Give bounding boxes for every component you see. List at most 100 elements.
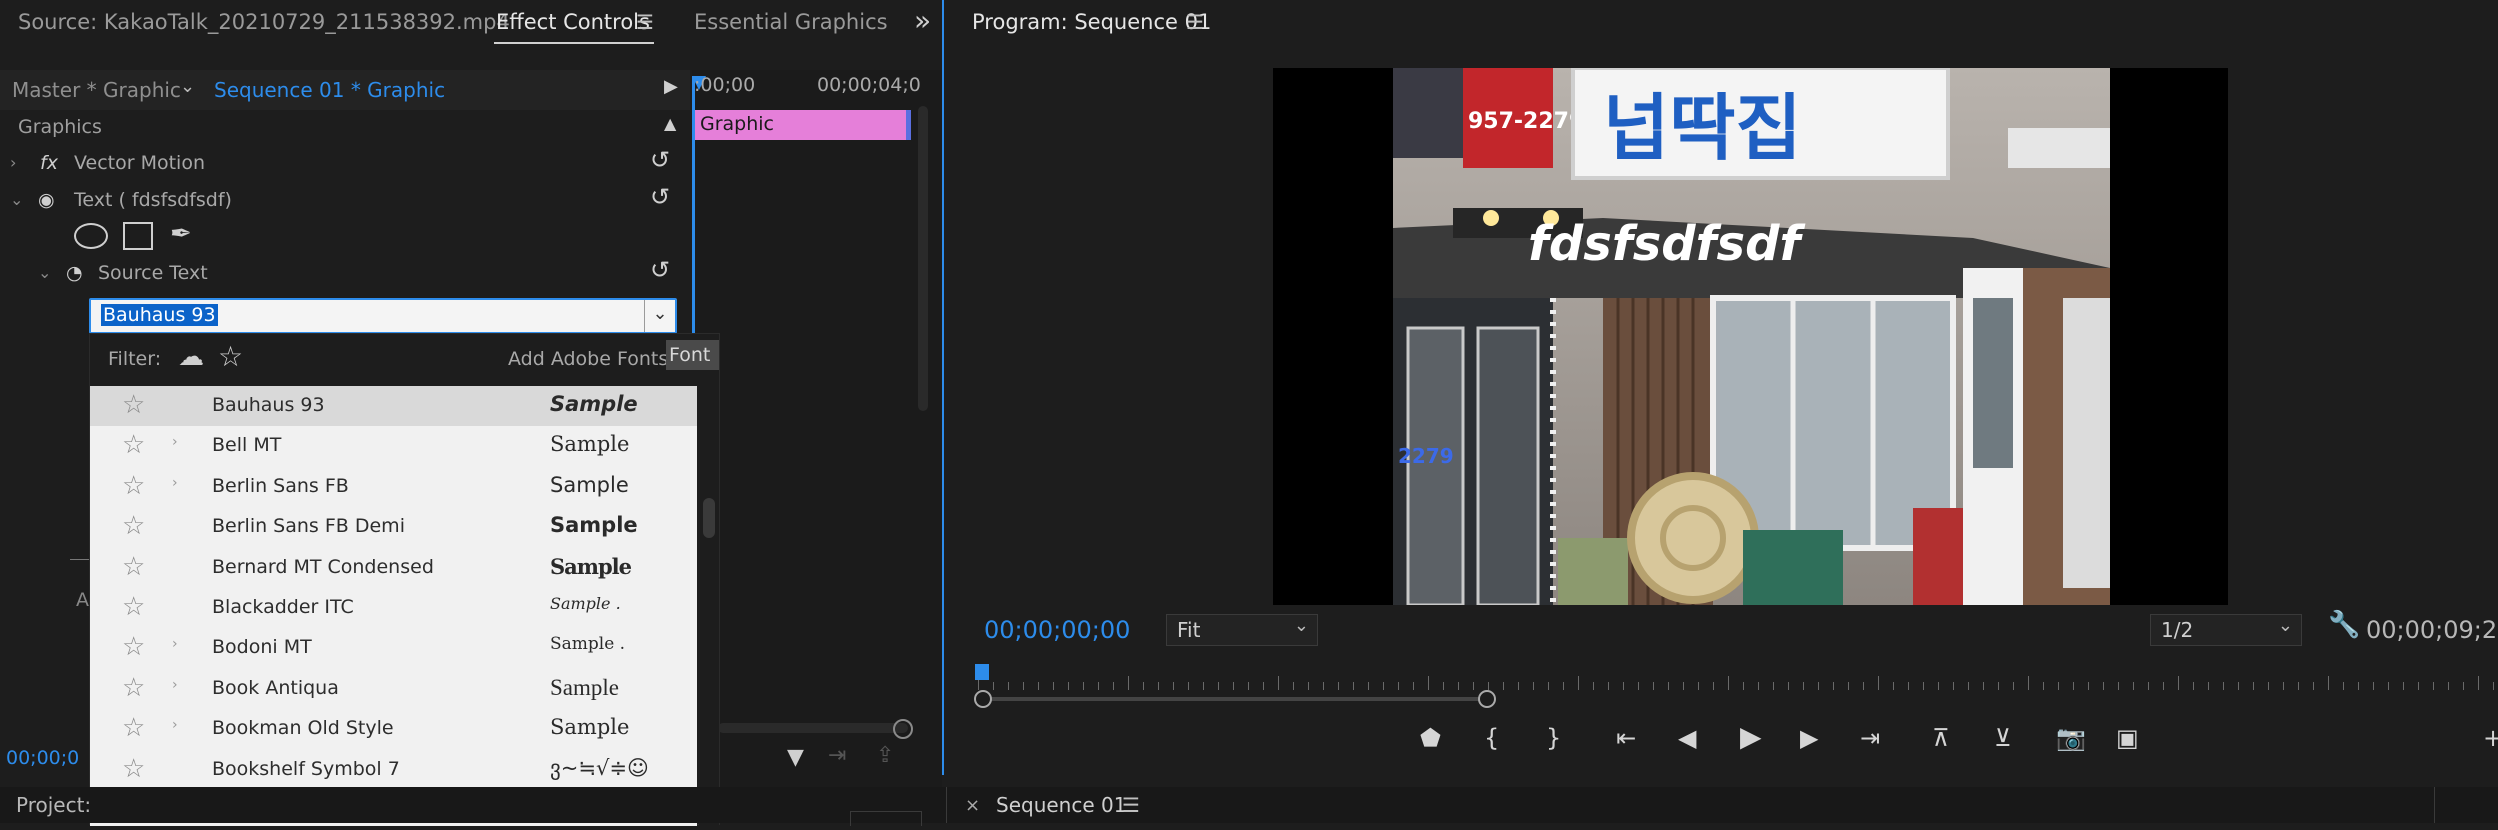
reset-icon[interactable]: ↺ [650, 146, 670, 174]
favorite-star-icon[interactable]: ☆ [122, 594, 145, 620]
sequence-tab[interactable]: Sequence 01 [996, 793, 1126, 817]
expand-chevron-icon[interactable]: › [172, 434, 178, 450]
mini-timeline-hscroll[interactable] [718, 723, 908, 733]
text-layer-row[interactable]: ⌄ ◉ Text ( fdsfsdfsdf) ↺ [0, 183, 690, 219]
project-panel-label[interactable]: Project: [16, 793, 91, 817]
font-list-scrollbar[interactable] [699, 386, 719, 826]
tab-effect-controls[interactable]: Effect Controls [496, 10, 650, 34]
go-to-out-icon[interactable]: ⇥ [1860, 724, 1880, 752]
favorites-filter-icon[interactable]: ☆ [218, 340, 243, 373]
font-field-value[interactable]: Bauhaus 93 [101, 304, 218, 326]
current-timecode[interactable]: 00;00;00;00 [984, 616, 1130, 644]
activated-fonts-filter-icon[interactable]: ☁ [178, 342, 204, 372]
go-to-in-icon[interactable]: ⇤ [1616, 724, 1636, 752]
favorite-star-icon[interactable]: ☆ [122, 634, 145, 660]
export-icon[interactable]: ⇪ [876, 743, 894, 768]
font-list-item[interactable]: ☆ › Bookman Old Style Sample [90, 709, 697, 749]
font-name: Berlin Sans FB [212, 474, 349, 497]
source-text-row[interactable]: ⌄ ◔ Source Text ↺ [0, 256, 690, 292]
favorite-star-icon[interactable]: ☆ [122, 554, 145, 580]
scrub-bar[interactable] [978, 676, 2498, 694]
mark-in-icon[interactable]: { [1484, 724, 1499, 752]
expand-chevron-icon[interactable]: › [172, 636, 178, 652]
clip-end-handle[interactable] [906, 110, 911, 140]
chevron-down-icon[interactable]: ⌄ [180, 76, 195, 97]
font-list-item[interactable]: ☆ Bernard MT Condensed Sample [90, 548, 697, 588]
expand-chevron-icon[interactable]: › [172, 475, 178, 491]
program-monitor-title[interactable]: Program: Sequence 01 [972, 10, 1211, 34]
expand-chevron-icon[interactable]: › [172, 677, 178, 693]
favorite-star-icon[interactable]: ☆ [122, 432, 145, 458]
favorite-star-icon[interactable]: ☆ [122, 715, 145, 741]
collapse-arrow-icon[interactable]: ⌄ [10, 190, 23, 209]
playhead-marker[interactable] [975, 664, 989, 680]
font-list-item[interactable]: ☆ › Book Antiqua Sample [90, 669, 697, 709]
comparison-view-icon[interactable]: ▣ [2116, 724, 2139, 752]
zoom-select[interactable]: Fit ⌄ [1166, 614, 1318, 646]
favorite-star-icon[interactable]: ☆ [122, 513, 145, 539]
font-list-item[interactable]: ☆ › Berlin Sans FB Sample [90, 467, 697, 507]
reset-icon[interactable]: ↺ [650, 183, 670, 211]
extract-icon[interactable]: ⊻ [1994, 724, 2012, 752]
hscroll-handle[interactable] [893, 719, 913, 739]
master-clip-label[interactable]: Master * Graphic [12, 78, 181, 102]
reset-icon[interactable]: ↺ [650, 256, 670, 284]
collapse-arrow-icon[interactable]: ⌄ [38, 263, 51, 282]
zoom-bar-start-handle[interactable] [974, 690, 992, 708]
zoom-bar-end-handle[interactable] [1478, 690, 1496, 708]
wrench-icon[interactable]: 🔧 [2328, 610, 2360, 640]
rectangle-mask-icon[interactable] [123, 222, 153, 250]
zoom-bar-track[interactable] [982, 697, 1487, 701]
font-select-field[interactable]: Bauhaus 93 ⌄ [89, 298, 677, 334]
chevron-down-icon[interactable]: ⌄ [644, 300, 675, 332]
tab-source[interactable]: Source: KakaoTalk_20210729_211538392.mp4 [18, 10, 510, 34]
resolution-select[interactable]: 1/2 ⌄ [2150, 614, 2302, 646]
play-icon[interactable]: ▶ [1740, 720, 1762, 753]
add-button-icon[interactable]: + [2483, 724, 2498, 752]
close-icon[interactable]: × [965, 795, 980, 816]
eye-icon[interactable]: ◉ [38, 189, 55, 211]
collapse-triangle-icon[interactable]: ▲ [664, 114, 676, 133]
scrub-tick [2163, 682, 2164, 690]
ripple-icon[interactable]: ⇥ [828, 743, 846, 768]
mini-timeline-scrollbar[interactable] [918, 106, 928, 411]
favorite-star-icon[interactable]: ☆ [122, 675, 145, 701]
export-frame-icon[interactable]: 📷 [2056, 724, 2086, 752]
favorite-star-icon[interactable]: ☆ [122, 473, 145, 499]
add-adobe-fonts-button[interactable]: Font [666, 340, 719, 370]
filter-icon[interactable]: ▼ [787, 745, 804, 770]
program-menu-icon[interactable]: ☰ [1186, 10, 1204, 34]
font-list-item[interactable]: ☆ › Bell MT Sample [90, 426, 697, 466]
expand-chevron-icon[interactable]: › [172, 717, 178, 733]
video-frame[interactable]: 957-2279 넙딱집 2279 fdsfsdfsdf [1273, 68, 2228, 605]
sequence-clip-label[interactable]: Sequence 01 * Graphic [214, 78, 445, 102]
tab-essential-graphics[interactable]: Essential Graphics [694, 10, 888, 34]
more-tabs-icon[interactable]: » [914, 4, 931, 37]
sequence-menu-icon[interactable]: ☰ [1122, 793, 1140, 817]
vector-motion-row[interactable]: › fx Vector Motion ↺ [0, 146, 690, 182]
font-list[interactable]: ☆ Bauhaus 93 Sample ☆ › Bell MT Sample ☆ › Berlin… [90, 386, 697, 826]
bottom-tool-box[interactable] [850, 811, 922, 826]
stopwatch-icon[interactable]: ◔ [66, 262, 83, 284]
font-list-item[interactable]: ☆ Bookshelf Symbol 7 ვ~≒√≑☺ [90, 750, 697, 790]
expand-arrow-icon[interactable]: › [10, 153, 16, 172]
font-list-scroll-thumb[interactable] [703, 498, 715, 538]
scrub-tick [2013, 682, 2014, 690]
font-list-item[interactable]: ☆ Berlin Sans FB Demi Sample [90, 507, 697, 547]
mark-out-icon[interactable]: } [1546, 724, 1561, 752]
add-marker-icon[interactable]: ⬟ [1420, 724, 1441, 752]
step-forward-icon[interactable]: ▶ [1800, 724, 1818, 752]
chevron-down-icon: ⌄ [2277, 615, 2293, 636]
lift-icon[interactable]: ⊼ [1932, 724, 1950, 752]
favorite-star-icon[interactable]: ☆ [122, 392, 145, 418]
font-dropdown[interactable]: Filter: ☁ ☆ Add Adobe Fonts: Font ☆ Bauha… [89, 333, 720, 826]
step-back-icon[interactable]: ◀ [1678, 724, 1696, 752]
ellipse-mask-icon[interactable] [74, 223, 108, 249]
font-list-item[interactable]: ☆ Bauhaus 93 Sample [90, 386, 697, 426]
favorite-star-icon[interactable]: ☆ [122, 756, 145, 782]
font-list-item[interactable]: ☆ › Bodoni MT Sample . [90, 628, 697, 668]
play-triangle-icon[interactable]: ▶ [664, 76, 678, 97]
effect-controls-menu-icon[interactable]: ☰ [636, 10, 654, 34]
pen-mask-icon[interactable]: ✒ [170, 219, 192, 249]
font-list-item[interactable]: ☆ Blackadder ITC Sample . [90, 588, 697, 628]
